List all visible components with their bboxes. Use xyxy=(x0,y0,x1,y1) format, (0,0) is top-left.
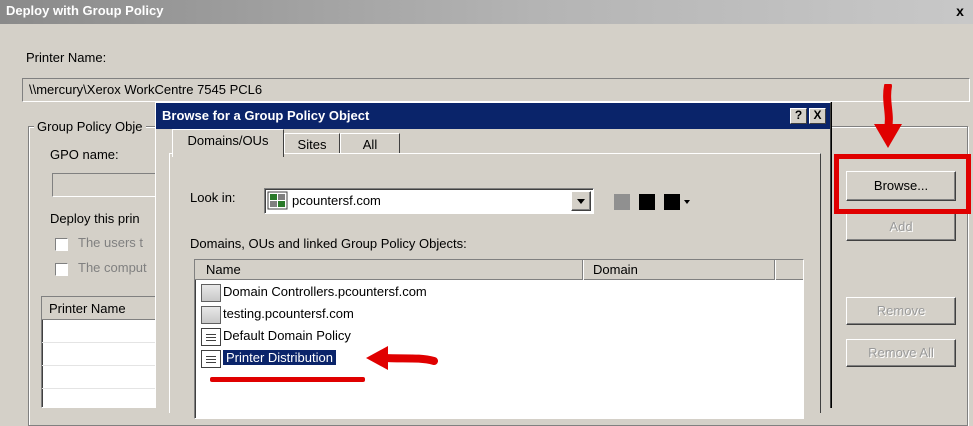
gpo-groupbox-label: Group Policy Obje xyxy=(34,119,146,134)
list-item-label: Default Domain Policy xyxy=(223,328,351,343)
tab-domains-ous[interactable]: Domains/OUs xyxy=(172,129,284,157)
inner-close-button[interactable]: X xyxy=(809,108,826,124)
list-divider xyxy=(42,388,160,389)
gpo-icon xyxy=(201,349,221,368)
inner-dialog-title: Browse for a Group Policy Object xyxy=(162,108,370,123)
list-divider xyxy=(42,342,160,343)
inner-title-bar: Browse for a Group Policy Object ? X xyxy=(156,103,830,129)
remove-button[interactable]: Remove xyxy=(846,297,956,325)
chevron-down-icon xyxy=(577,199,585,204)
printer-name-value: \\mercury\Xerox WorkCentre 7545 PCL6 xyxy=(29,82,263,97)
look-in-label: Look in: xyxy=(190,190,236,205)
list-item-label: Printer Distribution xyxy=(223,350,336,365)
look-in-combobox[interactable]: pcountersf.com xyxy=(264,188,594,214)
up-one-level-button[interactable] xyxy=(614,194,630,210)
column-domain-label: Domain xyxy=(593,262,638,277)
annotation-highlight-box xyxy=(834,154,971,214)
users-checkbox-label: The users t xyxy=(78,235,144,250)
list-item[interactable]: testing.pcountersf.com xyxy=(201,304,354,324)
tab-label: All xyxy=(362,137,378,152)
gpo-name-label: GPO name: xyxy=(50,147,119,162)
list-item[interactable]: Domain Controllers.pcountersf.com xyxy=(201,282,427,302)
folder-icon xyxy=(201,305,221,324)
view-dropdown-icon[interactable] xyxy=(683,198,691,206)
remove-all-button[interactable]: Remove All xyxy=(846,339,956,367)
computers-checkbox[interactable] xyxy=(55,263,68,276)
add-button[interactable]: Add xyxy=(846,213,956,241)
printer-list-header[interactable]: Printer Name xyxy=(42,297,160,320)
users-checkbox[interactable] xyxy=(55,238,68,251)
outer-title-bar: Deploy with Group Policy x xyxy=(0,0,973,24)
help-button[interactable]: ? xyxy=(790,108,807,124)
list-divider xyxy=(42,365,160,366)
printer-list-header-label: Printer Name xyxy=(49,301,126,316)
tab-panel: Look in: pcountersf.com Domains, OUs and… xyxy=(169,153,821,419)
printer-name-label: Printer Name: xyxy=(26,50,107,65)
column-name-label: Name xyxy=(206,262,241,277)
list-item-selected[interactable]: Printer Distribution xyxy=(201,348,336,368)
gpo-icon xyxy=(201,327,221,346)
list-item[interactable]: Default Domain Policy xyxy=(201,326,351,346)
combo-dropdown-button[interactable] xyxy=(571,191,591,211)
view-button[interactable] xyxy=(664,194,680,210)
new-gpo-button[interactable] xyxy=(639,194,655,210)
list-item-label: testing.pcountersf.com xyxy=(223,306,354,321)
browse-gpo-dialog: Browse for a Group Policy Object ? X Dom… xyxy=(155,102,831,419)
annotation-left-arrow-icon xyxy=(366,346,438,370)
tab-label: Sites xyxy=(297,137,327,152)
gpo-listview[interactable]: Name Domain Domain Controllers.pcounters… xyxy=(194,259,804,419)
gpo-name-field xyxy=(52,173,162,197)
column-header-name[interactable]: Name xyxy=(195,260,583,280)
column-header-domain[interactable]: Domain xyxy=(585,260,775,280)
tab-label: Domains/OUs xyxy=(187,133,269,148)
list-caption: Domains, OUs and linked Group Policy Obj… xyxy=(190,236,467,251)
printer-name-field: \\mercury\Xerox WorkCentre 7545 PCL6 xyxy=(22,78,970,102)
domain-icon xyxy=(267,191,288,210)
outer-close-button[interactable]: x xyxy=(950,2,970,20)
computers-checkbox-label: The comput xyxy=(78,260,147,275)
annotation-down-arrow-icon xyxy=(874,84,902,148)
deploy-label: Deploy this prin xyxy=(50,211,140,226)
outer-dialog-title: Deploy with Group Policy xyxy=(6,3,164,18)
annotation-underline xyxy=(210,377,365,382)
printer-list[interactable]: Printer Name xyxy=(41,296,161,408)
listview-header: Name Domain xyxy=(195,260,803,280)
list-item-label: Domain Controllers.pcountersf.com xyxy=(223,284,427,299)
folder-icon xyxy=(201,283,221,302)
look-in-value: pcountersf.com xyxy=(292,193,381,208)
